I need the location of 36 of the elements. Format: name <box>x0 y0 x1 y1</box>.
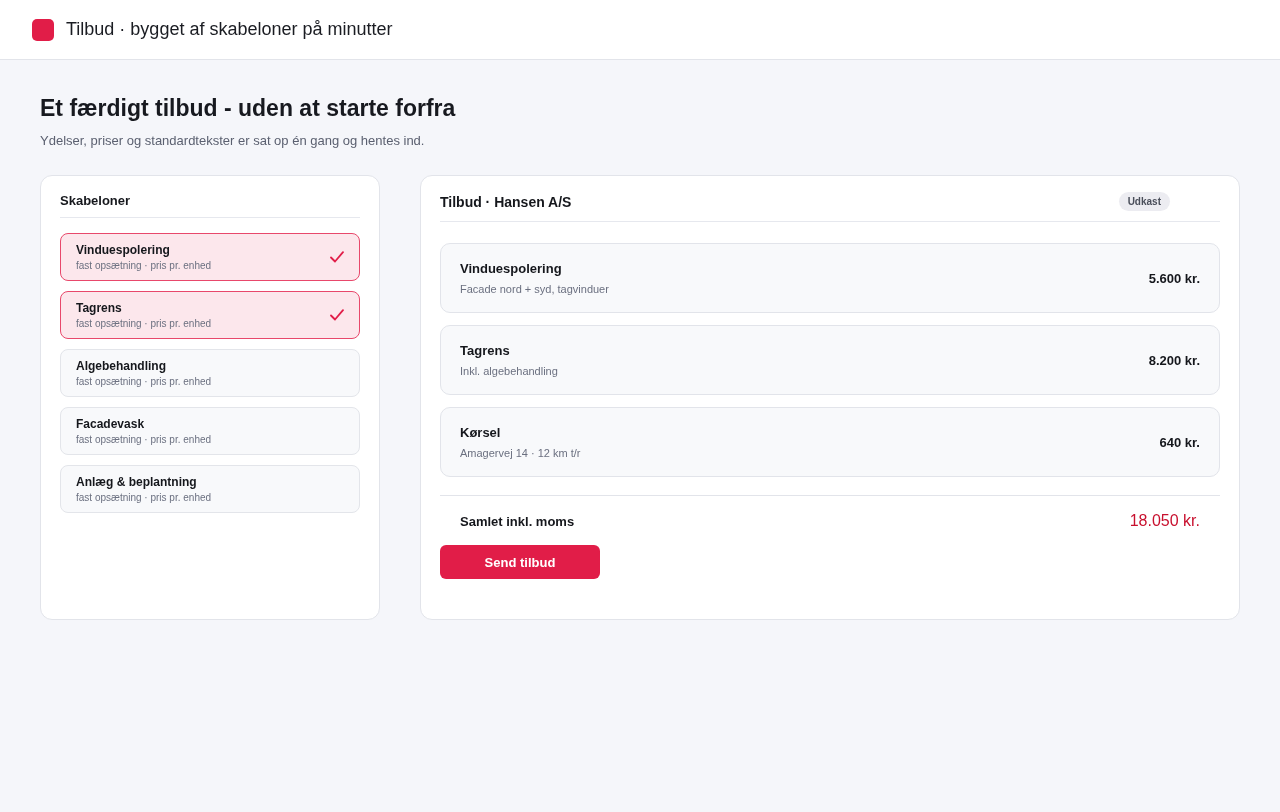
template-detail: fast opsætning · pris pr. enhed <box>76 492 212 503</box>
template-item[interactable]: Anlæg & beplantning fast opsætning · pris pr. enhed <box>60 465 360 513</box>
line-detail: Amagervej 14 · 12 km t/r <box>460 447 581 459</box>
checkmark-icon <box>330 309 344 321</box>
template-item[interactable]: Vinduespolering fast opsætning · pris pr. enhed <box>60 233 360 281</box>
template-name: Facadevask <box>76 417 146 431</box>
template-detail: fast opsætning · pris pr. enhed <box>76 260 212 271</box>
line-amount: 8.200 kr. <box>1148 352 1200 368</box>
template-item[interactable]: Facadevask fast opsætning · pris pr. enhed <box>60 407 360 455</box>
line-detail: Inkl. algebehandling <box>460 365 558 377</box>
app-title: Tilbud · bygget af skabeloner på minutter <box>66 19 393 40</box>
total-amount: 18.050 kr. <box>1129 512 1200 530</box>
page-heading: Et færdigt tilbud - uden at starte forfra <box>40 94 457 122</box>
template-detail: fast opsætning · pris pr. enhed <box>76 318 212 329</box>
logo-icon <box>32 18 54 41</box>
line-name: Vinduespolering <box>460 261 563 276</box>
quote-title: Tilbud · Hansen A/S <box>440 193 572 210</box>
template-item[interactable]: Algebehandling fast opsætning · pris pr. enhed <box>60 349 360 397</box>
template-detail: fast opsætning · pris pr. enhed <box>76 434 212 445</box>
template-item[interactable]: Tagrens fast opsætning · pris pr. enhed <box>60 291 360 339</box>
template-name: Anlæg & beplantning <box>76 475 198 489</box>
checkmark-icon <box>330 251 344 263</box>
status-badge: Udkast <box>1118 192 1170 211</box>
line-name: Tagrens <box>460 343 511 358</box>
template-detail: fast opsætning · pris pr. enhed <box>76 376 212 387</box>
send-quote-button[interactable]: Send tilbud <box>440 545 600 579</box>
template-name: Tagrens <box>76 301 123 315</box>
line-amount: 5.600 kr. <box>1148 270 1200 286</box>
line-amount: 640 kr. <box>1159 434 1200 450</box>
page-description: Ydelser, priser og standardtekster er sat op én gang og hentes ind. <box>40 132 426 150</box>
template-name: Algebehandling <box>76 359 167 373</box>
line-name: Kørsel <box>460 425 502 440</box>
line-detail: Facade nord + syd, tagvinduer <box>460 283 609 295</box>
panel-title: Skabeloner <box>60 193 131 210</box>
template-name: Vinduespolering <box>76 243 171 257</box>
total-label: Samlet inkl. moms <box>460 513 575 529</box>
